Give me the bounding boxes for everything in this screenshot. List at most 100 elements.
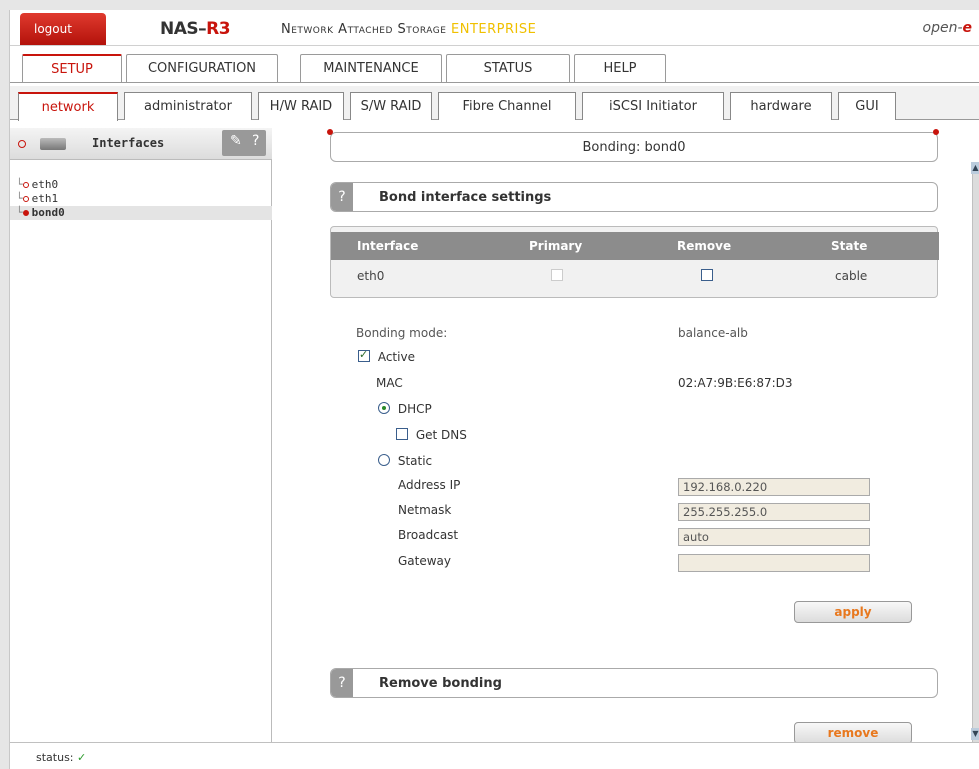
tree-item-label: eth0 (31, 178, 59, 191)
static-label: Static (397, 454, 433, 468)
vendor-prefix: open- (922, 20, 963, 36)
wrench-icon[interactable]: ✎ (230, 133, 242, 149)
subtab-gui[interactable]: GUI (838, 92, 896, 120)
main-tabs: SETUP CONFIGURATION MAINTENANCE STATUS H… (10, 46, 979, 86)
status-label: status: (36, 751, 74, 764)
broadcast-label: Broadcast (398, 528, 459, 542)
col-interface: Interface (357, 239, 419, 253)
get-dns-row[interactable]: Get DNS (396, 428, 467, 442)
subtab-iscsi-initiator[interactable]: iSCSI Initiator (582, 92, 724, 120)
vendor-logo: open-e (923, 20, 973, 36)
tagline-edition: ENTERPRISE (451, 22, 537, 37)
tree-item-bond0[interactable]: └ bond0 (10, 206, 272, 220)
interface-icon (22, 210, 29, 216)
gateway-input[interactable] (678, 554, 870, 572)
subtab-fibre-channel[interactable]: Fibre Channel (438, 92, 576, 120)
product-tagline: Network Attached Storage ENTERPRISE (281, 22, 536, 37)
mac-label: MAC (376, 376, 403, 390)
page-title: Bonding: bond0 (330, 132, 938, 162)
col-state: State (831, 239, 868, 253)
tab-maintenance[interactable]: MAINTENANCE (300, 54, 442, 82)
interfaces-tree: └ eth0 └ eth1 └ bond0 (10, 178, 272, 220)
help-icon[interactable]: ? (252, 133, 259, 149)
dhcp-radio[interactable] (378, 402, 390, 414)
active-label: Active (377, 350, 415, 364)
scroll-up-icon[interactable]: ▲ (971, 162, 979, 174)
table-row: eth0 cable (331, 260, 939, 292)
interfaces-panel-title: Interfaces (92, 136, 165, 150)
tagline-text: Network Attached Storage (281, 22, 447, 37)
help-icon[interactable]: ? (331, 669, 353, 697)
pin-icon (18, 140, 26, 148)
bonding-mode-label: Bonding mode: (356, 326, 448, 340)
tab-status[interactable]: STATUS (446, 54, 570, 82)
subtab-administrator[interactable]: administrator (124, 92, 252, 120)
active-row[interactable]: Active (358, 348, 415, 364)
bonding-mode-value: balance-alb (678, 326, 748, 340)
cell-state: cable (835, 269, 868, 283)
help-icon[interactable]: ? (331, 183, 353, 211)
interface-table: Interface Primary Remove State eth0 cabl… (330, 226, 939, 298)
product-logo: NAS–R3 (160, 19, 231, 39)
bond-settings-header: ? Bond interface settings (330, 182, 938, 212)
interfaces-panel: Interfaces ✎ ? └ eth0 └ eth1 └ bond0 (10, 128, 272, 742)
netmask-input[interactable]: 255.255.255.0 (678, 503, 870, 521)
check-icon: ✓ (77, 751, 87, 764)
remove-bonding-title: Remove bonding (379, 676, 502, 691)
get-dns-checkbox[interactable] (396, 428, 408, 440)
corner-dot (327, 129, 333, 135)
address-ip-label: Address IP (398, 478, 461, 492)
apply-button[interactable]: apply (794, 601, 912, 623)
tree-item-label: eth1 (31, 192, 59, 205)
remove-bonding-header: ? Remove bonding (330, 668, 938, 698)
address-ip-input[interactable]: 192.168.0.220 (678, 478, 870, 496)
browser-frame: logout NAS–R3 Network Attached Storage E… (9, 10, 979, 769)
brand-suffix: R3 (206, 19, 231, 39)
tree-item-label: bond0 (31, 206, 65, 219)
page-title-text: Bonding: bond0 (582, 140, 686, 155)
sub-tabs: network administrator H/W RAID S/W RAID … (10, 86, 979, 121)
subtab-network[interactable]: network (18, 92, 118, 121)
tab-configuration[interactable]: CONFIGURATION (126, 54, 278, 82)
remove-checkbox[interactable] (701, 269, 713, 284)
bond-settings-title: Bond interface settings (379, 190, 552, 205)
active-checkbox[interactable] (358, 348, 370, 362)
col-primary: Primary (529, 239, 583, 253)
brand-prefix: NAS– (160, 19, 207, 39)
tree-item-eth1[interactable]: └ eth1 (10, 192, 272, 206)
mac-value: 02:A7:9B:E6:87:D3 (678, 376, 793, 390)
static-row[interactable]: Static (378, 454, 432, 468)
dhcp-label: DHCP (397, 402, 432, 416)
tab-help[interactable]: HELP (574, 54, 666, 82)
static-radio[interactable] (378, 454, 390, 466)
subtab-sw-raid[interactable]: S/W RAID (350, 92, 432, 120)
col-remove: Remove (677, 239, 732, 253)
status-text: status: ✓ (36, 751, 86, 764)
get-dns-label: Get DNS (415, 428, 467, 442)
vendor-suffix: e (962, 20, 973, 36)
table-header: Interface Primary Remove State (331, 232, 939, 260)
interfaces-panel-header: Interfaces ✎ ? (10, 128, 272, 160)
subtab-hw-raid[interactable]: H/W RAID (258, 92, 344, 120)
panel-tools: ✎ ? (222, 130, 266, 156)
netmask-label: Netmask (398, 503, 452, 517)
cell-interface: eth0 (357, 269, 385, 283)
subtab-hardware[interactable]: hardware (730, 92, 832, 120)
top-bar: logout NAS–R3 Network Attached Storage E… (10, 10, 979, 46)
interface-icon (22, 196, 29, 202)
tabs-divider (10, 82, 979, 83)
primary-checkbox[interactable] (551, 269, 563, 284)
corner-dot (933, 129, 939, 135)
scroll-down-icon[interactable]: ▼ (971, 728, 979, 740)
status-bar: status: ✓ (10, 742, 979, 769)
gateway-label: Gateway (398, 554, 452, 568)
interface-icon (22, 182, 29, 188)
dhcp-row[interactable]: DHCP (378, 402, 432, 416)
main-content: Bonding: bond0 ? Bond interface settings… (272, 120, 970, 752)
scrollbar[interactable] (972, 162, 979, 752)
broadcast-input[interactable]: auto (678, 528, 870, 546)
remove-button[interactable]: remove (794, 722, 912, 744)
tree-item-eth0[interactable]: └ eth0 (10, 178, 272, 192)
logout-button[interactable]: logout (20, 13, 106, 45)
tab-setup[interactable]: SETUP (22, 54, 122, 82)
